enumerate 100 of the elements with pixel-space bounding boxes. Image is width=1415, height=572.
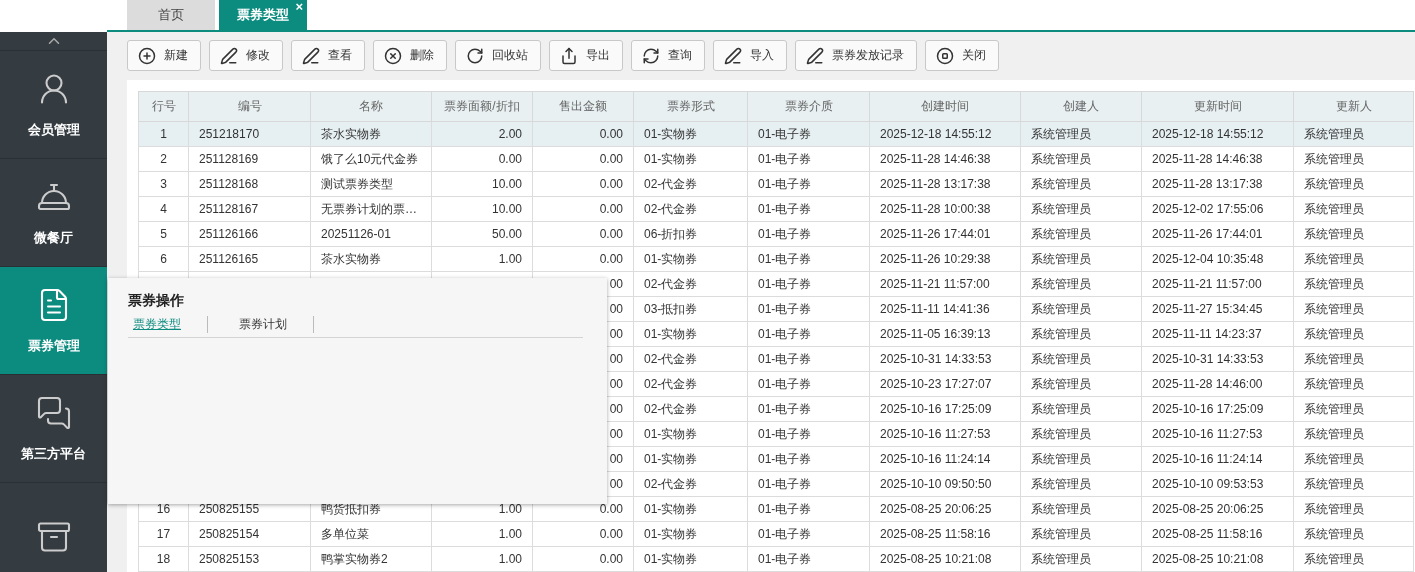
table-cell: 02-代金券	[633, 471, 748, 497]
table-cell: 系统管理员	[1020, 446, 1142, 472]
table-cell: 3	[138, 171, 189, 197]
toolbar-button[interactable]: 查看	[291, 40, 365, 71]
toolbar-button[interactable]: 导入	[713, 40, 787, 71]
toolbar-button[interactable]: 票券发放记录	[795, 40, 917, 71]
table-cell: 系统管理员	[1020, 196, 1142, 222]
table-cell: 2025-10-16 11:24:14	[869, 446, 1021, 472]
export-icon	[560, 46, 578, 65]
add-icon	[138, 46, 156, 65]
table-cell: 2025-08-25 10:21:08	[1141, 546, 1294, 572]
table-cell: 系统管理员	[1020, 321, 1142, 347]
table-cell: 2025-11-28 14:46:00	[1141, 371, 1294, 397]
toolbar-button[interactable]: 删除	[373, 40, 447, 71]
table-cell: 2025-08-25 20:06:25	[869, 496, 1021, 522]
table-cell: 2025-11-28 14:46:38	[1141, 146, 1294, 172]
table-cell: 系统管理员	[1020, 371, 1142, 397]
table-cell: 2025-11-26 17:44:01	[1141, 221, 1294, 247]
toolbar-button[interactable]: 查询	[631, 40, 705, 71]
table-cell: 系统管理员	[1293, 496, 1414, 522]
table-cell: 系统管理员	[1293, 471, 1414, 497]
table-cell: 2025-12-18 14:55:12	[869, 121, 1021, 147]
table-cell: 多单位菜	[310, 521, 432, 547]
table-cell: 01-电子券	[747, 296, 870, 322]
column-header[interactable]: 更新人	[1293, 91, 1414, 122]
table-cell: 2025-12-04 10:35:48	[1141, 246, 1294, 272]
column-header[interactable]: 票券介质	[747, 91, 870, 122]
toolbar-button[interactable]: 关闭	[925, 40, 999, 71]
table-cell: 251128168	[188, 171, 311, 197]
table-cell: 250825153	[188, 546, 311, 572]
tab[interactable]: 票券类型 ×	[219, 0, 307, 30]
table-cell: 2025-10-31 14:33:53	[1141, 346, 1294, 372]
table-cell: 2025-08-25 11:58:16	[1141, 521, 1294, 547]
column-header[interactable]: 票券面额/折扣	[431, 91, 533, 122]
table-cell: 系统管理员	[1293, 146, 1414, 172]
menu-link[interactable]: 票券计划	[234, 316, 314, 333]
table-cell: 251128167	[188, 196, 311, 222]
table-cell: 0.00	[532, 521, 634, 547]
table-cell: 鸭掌实物券2	[310, 546, 432, 572]
table-cell: 01-实物券	[633, 496, 748, 522]
table-cell: 系统管理员	[1020, 146, 1142, 172]
table-cell: 0.00	[532, 546, 634, 572]
table-cell: 系统管理员	[1293, 246, 1414, 272]
table-cell: 251126166	[188, 221, 311, 247]
close-button[interactable]: ×	[295, 0, 303, 13]
sidebar-item[interactable]: 票券管理	[0, 267, 107, 375]
table-cell: 无票券计划的票…	[310, 196, 432, 222]
table-cell: 4	[138, 196, 189, 222]
table-cell: 0.00	[532, 246, 634, 272]
column-header[interactable]: 创建时间	[869, 91, 1021, 122]
table-cell: 01-电子券	[747, 471, 870, 497]
tab[interactable]: 首页	[127, 0, 215, 30]
table-cell: 2025-08-25 20:06:25	[1141, 496, 1294, 522]
column-header[interactable]: 行号	[138, 91, 189, 122]
table-cell: 0.00	[431, 146, 533, 172]
table-cell: 250825154	[188, 521, 311, 547]
table-cell: 测试票券类型	[310, 171, 432, 197]
table-cell: 2025-08-25 11:58:16	[869, 521, 1021, 547]
table-cell: 2025-11-28 13:17:38	[1141, 171, 1294, 197]
toolbar-button[interactable]: 导出	[549, 40, 623, 71]
column-header[interactable]: 更新时间	[1141, 91, 1294, 122]
table-cell: 2025-10-31 14:33:53	[869, 346, 1021, 372]
table-cell: 01-电子券	[747, 371, 870, 397]
table-cell: 2025-10-16 11:27:53	[1141, 421, 1294, 447]
table-cell: 01-电子券	[747, 121, 870, 147]
column-header[interactable]: 票券形式	[633, 91, 748, 122]
toolbar-button[interactable]: 回收站	[455, 40, 541, 71]
table-cell: 2025-10-16 11:24:14	[1141, 446, 1294, 472]
table-cell: 251218170	[188, 121, 311, 147]
table-cell: 01-电子券	[747, 246, 870, 272]
table-cell: 2025-11-05 16:39:13	[869, 321, 1021, 347]
table-cell: 1	[138, 121, 189, 147]
table-cell: 系统管理员	[1020, 471, 1142, 497]
column-header[interactable]: 编号	[188, 91, 311, 122]
table-cell: 10.00	[431, 171, 533, 197]
toolbar-button[interactable]: 新建	[127, 40, 201, 71]
table-cell: 系统管理员	[1020, 296, 1142, 322]
column-header[interactable]: 售出金额	[532, 91, 634, 122]
column-header[interactable]: 名称	[310, 91, 432, 122]
pen-icon	[724, 46, 742, 65]
table-cell: 2025-10-16 17:25:09	[1141, 396, 1294, 422]
table-cell: 6	[138, 246, 189, 272]
table-cell: 系统管理员	[1020, 171, 1142, 197]
table-cell: 系统管理员	[1020, 496, 1142, 522]
table-cell: 2025-11-26 10:29:38	[869, 246, 1021, 272]
table-cell: 系统管理员	[1293, 196, 1414, 222]
table-cell: 1.00	[431, 521, 533, 547]
table-cell: 01-电子券	[747, 146, 870, 172]
table-cell: 01-电子券	[747, 271, 870, 297]
table-cell: 02-代金券	[633, 196, 748, 222]
table-cell: 2025-11-11 14:41:36	[869, 296, 1021, 322]
toolbar-button[interactable]: 修改	[209, 40, 283, 71]
table-cell: 02-代金券	[633, 371, 748, 397]
table-cell: 251128169	[188, 146, 311, 172]
table-cell: 系统管理员	[1020, 421, 1142, 447]
stop-icon	[936, 46, 954, 65]
column-header[interactable]: 创建人	[1020, 91, 1142, 122]
menu-link[interactable]: 票券类型	[128, 316, 208, 333]
table-cell: 系统管理员	[1293, 171, 1414, 197]
table-cell: 2.00	[431, 121, 533, 147]
